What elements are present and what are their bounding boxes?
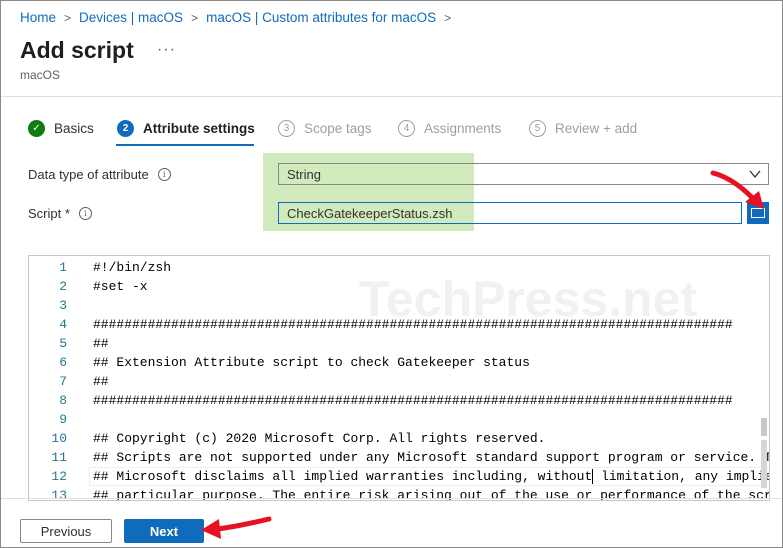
line-number: 1 (59, 260, 67, 275)
script-label: Script * i (28, 206, 92, 221)
step-number: 3 (278, 120, 295, 137)
header-divider (1, 96, 782, 97)
add-script-page: Home > Devices | macOS > macOS | Custom … (0, 0, 783, 548)
line-number: 7 (59, 374, 67, 389)
step-label: Review + add (555, 121, 638, 136)
line-number: 8 (59, 393, 67, 408)
info-icon[interactable]: i (78, 207, 92, 220)
code-text: ########################################… (93, 317, 733, 332)
code-text: #!/bin/zsh (93, 260, 172, 275)
breadcrumb-custom-attributes[interactable]: macOS | Custom attributes for macOS (206, 10, 436, 25)
chevron-down-icon (749, 170, 761, 179)
folder-icon (751, 208, 765, 218)
code-text-after-caret: limitation, any implied (593, 469, 770, 484)
vertical-scrollbar[interactable] (761, 418, 767, 488)
code-line: 8 #######################################… (29, 391, 769, 410)
code-text: #set -x (93, 279, 148, 294)
step-label: Assignments (424, 121, 502, 136)
code-text-before-caret: ## Microsoft disclaims all implied warra… (93, 469, 593, 484)
line-number: 2 (59, 279, 67, 294)
chevron-right-icon: > (191, 10, 199, 25)
breadcrumb-devices-macos[interactable]: Devices | macOS (79, 10, 183, 25)
code-line: 9 (29, 410, 769, 429)
line-number: 3 (59, 298, 67, 313)
step-number: 4 (398, 120, 415, 137)
footer-divider (1, 498, 782, 499)
breadcrumb-home[interactable]: Home (20, 10, 56, 25)
code-text: ########################################… (93, 393, 733, 408)
step-scope-tags[interactable]: 3 Scope tags (278, 120, 372, 137)
page-subtitle: macOS (20, 68, 61, 82)
step-label: Attribute settings (143, 121, 255, 136)
scrollbar-track[interactable] (761, 440, 767, 488)
data-type-label-text: Data type of attribute (28, 167, 149, 182)
page-title: Add script (20, 37, 134, 63)
step-review-add[interactable]: 5 Review + add (529, 120, 637, 137)
code-text: ## Extension Attribute script to check G… (93, 355, 530, 370)
code-line: 7 ## (29, 372, 769, 391)
step-number: 2 (117, 120, 134, 137)
code-line: 4 #######################################… (29, 315, 769, 334)
script-code-editor[interactable]: TechPress.net 1 #!/bin/zsh 2 #set -x 3 4 #####… (28, 255, 770, 501)
more-options-button[interactable]: ··· (157, 41, 176, 59)
folder-browse-button[interactable] (747, 202, 769, 224)
code-lines: 1 #!/bin/zsh 2 #set -x 3 4 ###################… (29, 258, 769, 500)
step-number: 5 (529, 120, 546, 137)
step-assignments[interactable]: 4 Assignments (398, 120, 501, 137)
step-attribute-settings[interactable]: 2 Attribute settings (117, 120, 255, 137)
line-number: 5 (59, 336, 67, 351)
line-number: 11 (51, 450, 67, 465)
line-number: 6 (59, 355, 67, 370)
breadcrumb: Home > Devices | macOS > macOS | Custom … (20, 10, 459, 25)
chevron-right-icon: > (64, 10, 72, 25)
active-step-indicator (116, 144, 254, 146)
data-type-value: String (287, 166, 321, 182)
code-text: ## (93, 374, 109, 389)
code-text: ## (93, 336, 109, 351)
code-line: 1 #!/bin/zsh (29, 258, 769, 277)
data-type-label: Data type of attribute i (28, 167, 171, 182)
code-line: 5 ## (29, 334, 769, 353)
code-line: 10 ## Copyright (c) 2020 Microsoft Corp. … (29, 429, 769, 448)
line-number: 9 (59, 412, 67, 427)
line-number: 4 (59, 317, 67, 332)
script-file-name: CheckGatekeeperStatus.zsh (287, 205, 453, 221)
checkmark-icon: ✓ (28, 120, 45, 137)
data-type-select[interactable]: String (278, 163, 769, 185)
step-basics[interactable]: ✓ Basics (28, 120, 94, 137)
code-line: 11 ## Scripts are not supported under any… (29, 448, 769, 467)
previous-button[interactable]: Previous (20, 519, 112, 543)
code-text: ## Copyright (c) 2020 Microsoft Corp. Al… (93, 431, 546, 446)
line-number: 12 (51, 469, 67, 484)
script-label-text: Script * (28, 206, 70, 221)
next-button[interactable]: Next (124, 519, 204, 543)
chevron-right-icon: > (444, 10, 452, 25)
code-line: 6 ## Extension Attribute script to check … (29, 353, 769, 372)
code-line: 2 #set -x (29, 277, 769, 296)
code-text: ## Scripts are not supported under any M… (93, 450, 770, 465)
step-label: Scope tags (304, 121, 372, 136)
annotation-arrow-icon (201, 516, 272, 539)
scrollbar-thumb[interactable] (761, 418, 767, 436)
step-label: Basics (54, 121, 94, 136)
code-line: 3 (29, 296, 769, 315)
code-text: ## Microsoft disclaims all implied warra… (93, 467, 770, 486)
script-file-input[interactable]: CheckGatekeeperStatus.zsh (278, 202, 742, 224)
line-number: 10 (51, 431, 67, 446)
info-icon[interactable]: i (157, 168, 171, 181)
code-line: 12 ## Microsoft disclaims all implied war… (29, 467, 769, 486)
